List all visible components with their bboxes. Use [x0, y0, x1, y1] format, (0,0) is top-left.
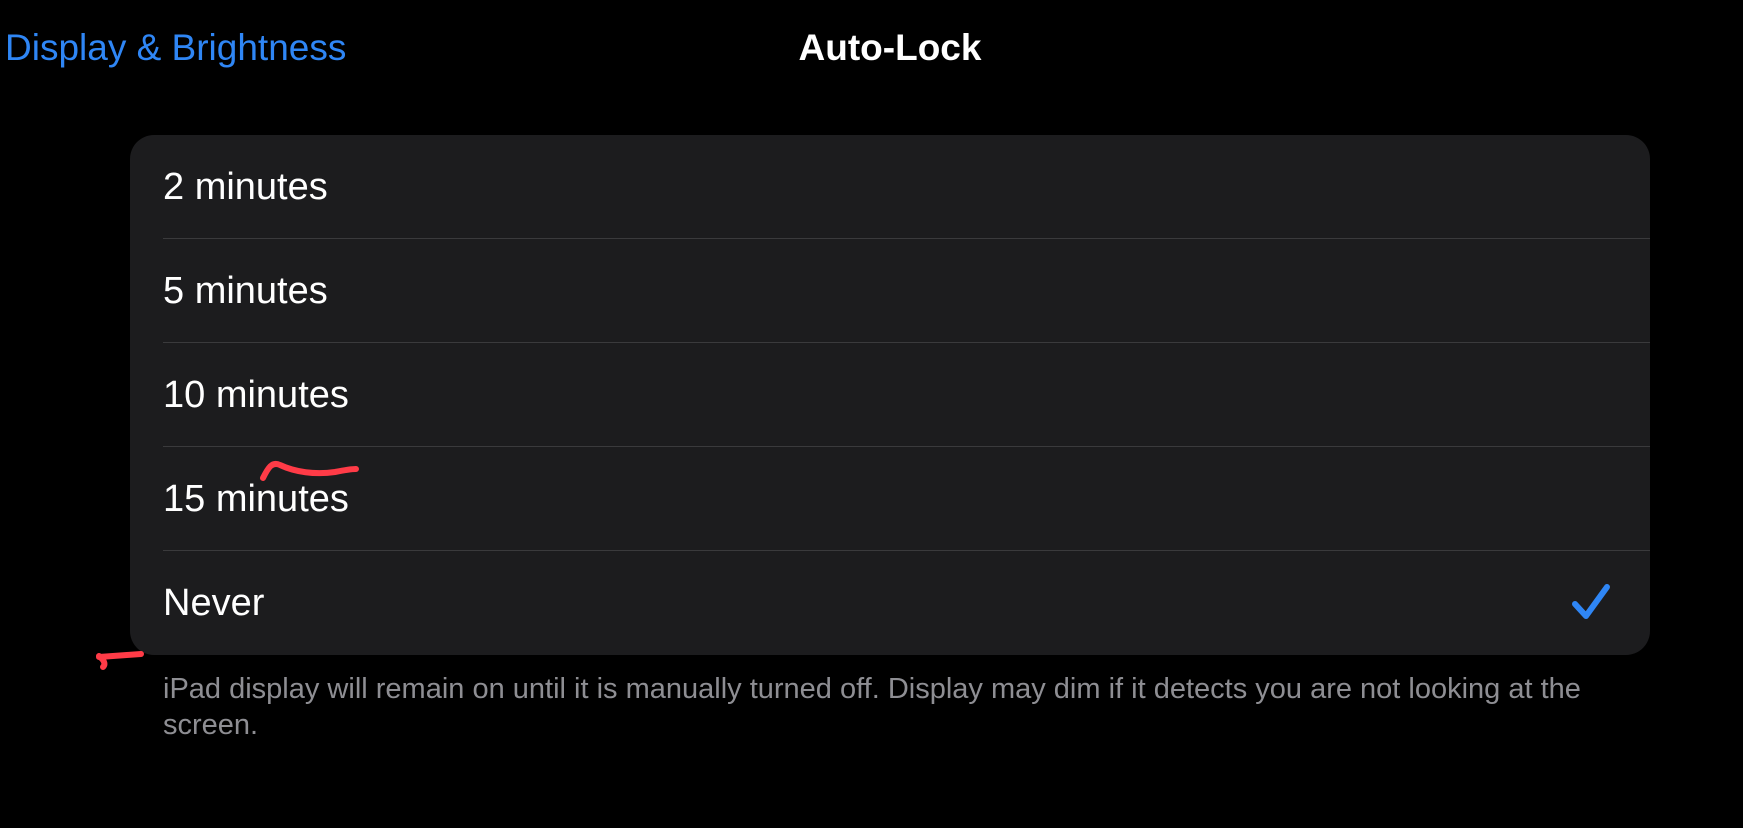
- page-title: Auto-Lock: [798, 27, 982, 68]
- red-tick-mark: [96, 651, 144, 670]
- option-5-minutes[interactable]: 5 minutes: [130, 239, 1650, 343]
- option-label: 2 minutes: [163, 166, 328, 208]
- option-2-minutes[interactable]: 2 minutes: [130, 135, 1650, 239]
- option-15-minutes[interactable]: 15 minutes: [130, 447, 1650, 551]
- option-label: 15 minutes: [163, 478, 349, 520]
- option-never[interactable]: Never: [130, 551, 1650, 655]
- footer-note: iPad display will remain on until it is …: [163, 673, 1581, 741]
- option-label: 5 minutes: [163, 270, 328, 312]
- auto-lock-options-list: 2 minutes 5 minutes 10 minutes 15 minute…: [130, 135, 1650, 655]
- checkmark-icon: [1572, 584, 1610, 619]
- option-10-minutes[interactable]: 10 minutes: [130, 343, 1650, 447]
- option-label: Never: [163, 582, 265, 624]
- option-label: 10 minutes: [163, 374, 349, 416]
